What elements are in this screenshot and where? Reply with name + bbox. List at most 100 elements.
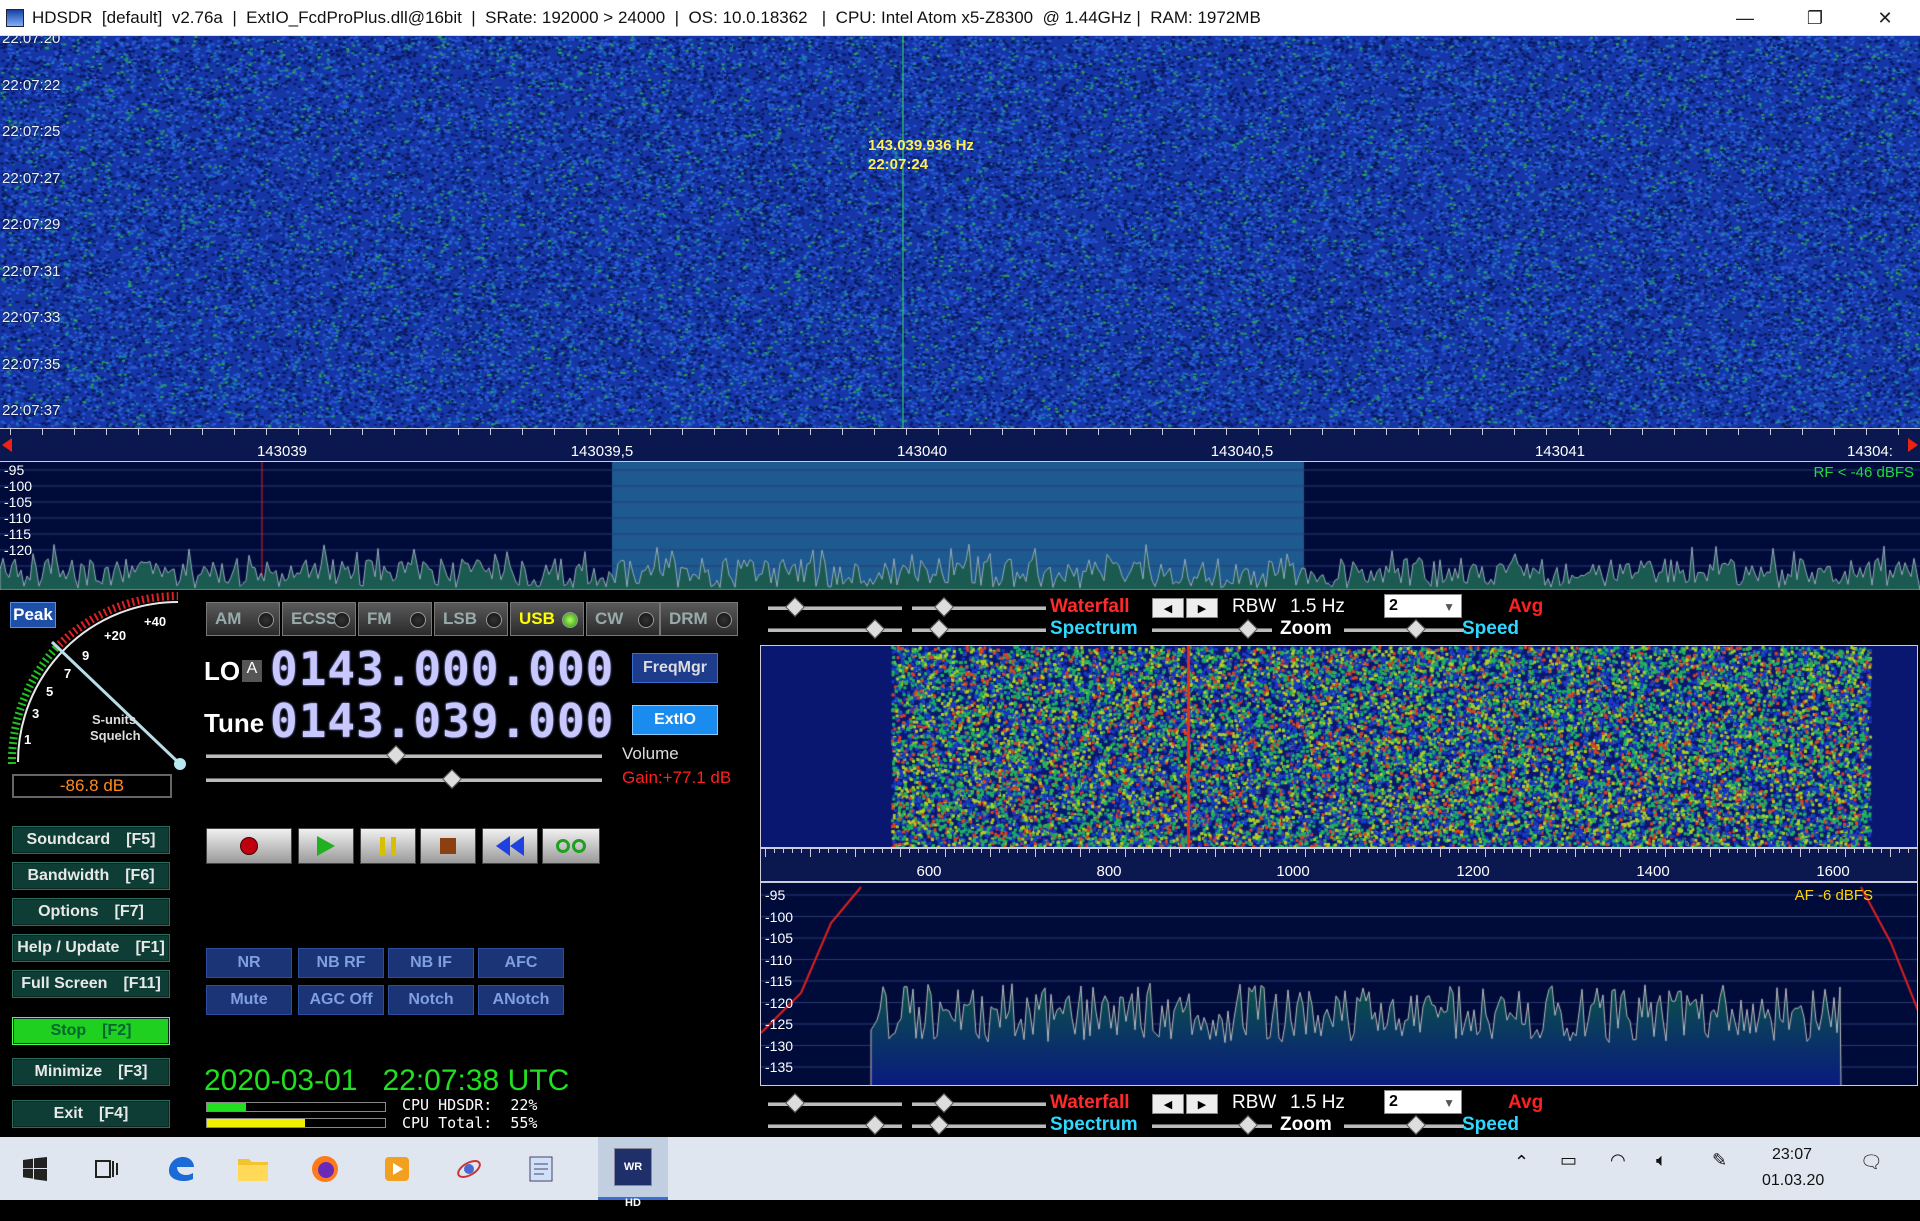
top-waterfall-left-button[interactable]: ◀	[1152, 598, 1184, 618]
top-zoom-slider-thumb[interactable]	[1238, 619, 1258, 639]
action-center-icon[interactable]: 🗨︎	[1860, 1152, 1883, 1173]
volume-icon[interactable]: 🔈︎	[1656, 1150, 1667, 1171]
battery-icon[interactable]: ▭	[1560, 1150, 1577, 1171]
rf-axis-tick	[714, 429, 715, 435]
extio-button[interactable]: ExtIO	[632, 705, 718, 735]
edge-taskbar-button[interactable]	[146, 1137, 216, 1200]
bottom-spectrum-max-slider-thumb[interactable]	[928, 1115, 949, 1135]
top-spectrum-min-slider[interactable]	[768, 619, 902, 639]
exit-button[interactable]: Exit [F4]	[12, 1100, 170, 1128]
dsp-notch-button[interactable]: Notch	[388, 985, 474, 1015]
rf-frequency-axis[interactable]: 143039 143039,5 143040 143040,5 143041 14304:	[0, 428, 1920, 462]
dsp-nb-if-button[interactable]: NB IF	[388, 948, 474, 978]
bottom-waterfall-left-button[interactable]: ◀	[1152, 1094, 1184, 1114]
restore-button[interactable]: ❐	[1780, 0, 1850, 36]
scroll-left-arrow-icon[interactable]	[2, 438, 12, 452]
mode-ecss-button[interactable]: ECSS	[282, 602, 356, 636]
options-button[interactable]: Options [F7]	[12, 898, 170, 926]
top-spectrum-min-slider-thumb[interactable]	[865, 619, 886, 639]
pause-button[interactable]	[360, 828, 416, 864]
peak-button[interactable]: Peak	[10, 602, 56, 628]
bottom-spectrum-max-slider[interactable]	[912, 1115, 1046, 1135]
media-player-taskbar-button[interactable]	[362, 1137, 432, 1200]
top-zoom-slider[interactable]	[1152, 619, 1272, 639]
bottom-speed-slider[interactable]	[1344, 1115, 1464, 1135]
rf-spectrum[interactable]: -95 -100 -105 -110 -115 -120 RF < -46 dBFS	[0, 462, 1920, 590]
af-spectrum[interactable]: -95 -100 -105 -110 -115 -120 -125 -130 -135 AF -…	[760, 882, 1918, 1086]
bottom-waterfall-max-slider-thumb[interactable]	[934, 1093, 955, 1113]
start-button[interactable]	[0, 1137, 70, 1200]
file-explorer-taskbar-button[interactable]	[218, 1137, 288, 1200]
record-button[interactable]	[206, 828, 292, 864]
soundcard-button[interactable]: Soundcard [F5]	[12, 826, 170, 854]
bottom-waterfall-max-slider[interactable]	[912, 1093, 1046, 1113]
bottom-waterfall-min-slider[interactable]	[768, 1093, 902, 1113]
stop-button[interactable]: Stop [F2]	[12, 1017, 170, 1045]
bottom-spectrum-min-slider[interactable]	[768, 1115, 902, 1135]
stop-playback-button[interactable]	[420, 828, 476, 864]
bottom-waterfall-min-slider-thumb[interactable]	[784, 1093, 805, 1113]
lo-tag[interactable]: A	[242, 660, 262, 682]
mode-lsb-button[interactable]: LSB	[434, 602, 508, 636]
top-spectrum-max-slider[interactable]	[912, 619, 1046, 639]
minimize-button[interactable]: —	[1710, 0, 1780, 36]
bottom-spectrum-min-slider-thumb[interactable]	[865, 1115, 886, 1135]
dsp-nr-button[interactable]: NR	[206, 948, 292, 978]
dsp-afc-button[interactable]: AFC	[478, 948, 564, 978]
bottom-speed-slider-thumb[interactable]	[1406, 1115, 1426, 1135]
help-update-button[interactable]: Help / Update [F1]	[12, 934, 170, 962]
dsp-anotch-button[interactable]: ANotch	[478, 985, 564, 1015]
top-speed-slider[interactable]	[1344, 619, 1464, 639]
volume-slider[interactable]	[206, 745, 602, 765]
top-avg-select[interactable]: 2 ▼	[1384, 594, 1462, 618]
satellite-app-taskbar-button[interactable]	[434, 1137, 504, 1200]
lo-frequency-display[interactable]: 0143.000.000	[270, 646, 613, 692]
mode-fm-button[interactable]: FM	[358, 602, 432, 636]
bottom-zoom-slider[interactable]	[1152, 1115, 1272, 1135]
mode-cw-button[interactable]: CW	[586, 602, 660, 636]
scroll-right-arrow-icon[interactable]	[1908, 438, 1918, 452]
full-screen-button[interactable]: Full Screen [F11]	[12, 970, 170, 998]
top-waterfall-right-button[interactable]: ▶	[1186, 598, 1218, 618]
top-spectrum-max-slider-thumb[interactable]	[928, 619, 949, 639]
top-speed-slider-thumb[interactable]	[1406, 619, 1426, 639]
af-axis-tick	[1377, 849, 1378, 853]
bottom-zoom-slider-thumb[interactable]	[1238, 1115, 1258, 1135]
rf-waterfall[interactable]: 22:07:20 22:07:22 22:07:25 22:07:27 22:07:29…	[0, 36, 1920, 428]
mode-drm-button[interactable]: DRM	[660, 602, 738, 636]
bottom-avg-select[interactable]: 2 ▼	[1384, 1090, 1462, 1114]
bandwidth-button[interactable]: Bandwidth [F6]	[12, 862, 170, 890]
firefox-taskbar-button[interactable]	[290, 1137, 360, 1200]
af-frequency-axis[interactable]: 600 800 1000 1200 1400 1600	[760, 848, 1918, 882]
mode-usb-button[interactable]: USB	[510, 602, 584, 636]
top-waterfall-min-slider-thumb[interactable]	[784, 597, 805, 617]
freqmgr-button[interactable]: FreqMgr	[632, 653, 718, 683]
rewind-button[interactable]	[482, 828, 538, 864]
taskbar-clock-time[interactable]: 23:07	[1772, 1146, 1812, 1164]
af-axis-tick	[792, 849, 793, 853]
taskbar-clock-date[interactable]: 01.03.20	[1762, 1172, 1824, 1190]
bottom-waterfall-right-button[interactable]: ▶	[1186, 1094, 1218, 1114]
hdsdr-taskbar-button[interactable]: WR HD	[598, 1137, 668, 1209]
minimize-button[interactable]: Minimize [F3]	[12, 1058, 170, 1086]
notepad-taskbar-button[interactable]	[506, 1137, 576, 1200]
play-button[interactable]	[298, 828, 354, 864]
close-button[interactable]: ✕	[1850, 0, 1920, 36]
show-hidden-icons-chevron-icon[interactable]: ⌃	[1514, 1152, 1529, 1173]
top-waterfall-max-slider-thumb[interactable]	[934, 597, 955, 617]
dsp-nb-rf-button[interactable]: NB RF	[298, 948, 384, 978]
task-view-button[interactable]	[72, 1137, 142, 1200]
pen-icon[interactable]: ✎	[1712, 1150, 1727, 1171]
gain-slider[interactable]	[206, 769, 602, 789]
dsp-agc-off-button[interactable]: AGC Off	[298, 985, 384, 1015]
top-waterfall-max-slider[interactable]	[912, 597, 1046, 617]
af-axis-tick	[882, 849, 883, 853]
mode-am-button[interactable]: AM	[206, 602, 280, 636]
tune-frequency-display[interactable]: 0143.039.000	[270, 698, 613, 744]
top-waterfall-min-slider[interactable]	[768, 597, 902, 617]
loop-button[interactable]	[542, 828, 600, 864]
wifi-icon[interactable]: ◠	[1610, 1150, 1626, 1171]
af-waterfall[interactable]	[760, 645, 1918, 848]
dsp-mute-button[interactable]: Mute	[206, 985, 292, 1015]
af-axis-tick	[1359, 849, 1360, 853]
